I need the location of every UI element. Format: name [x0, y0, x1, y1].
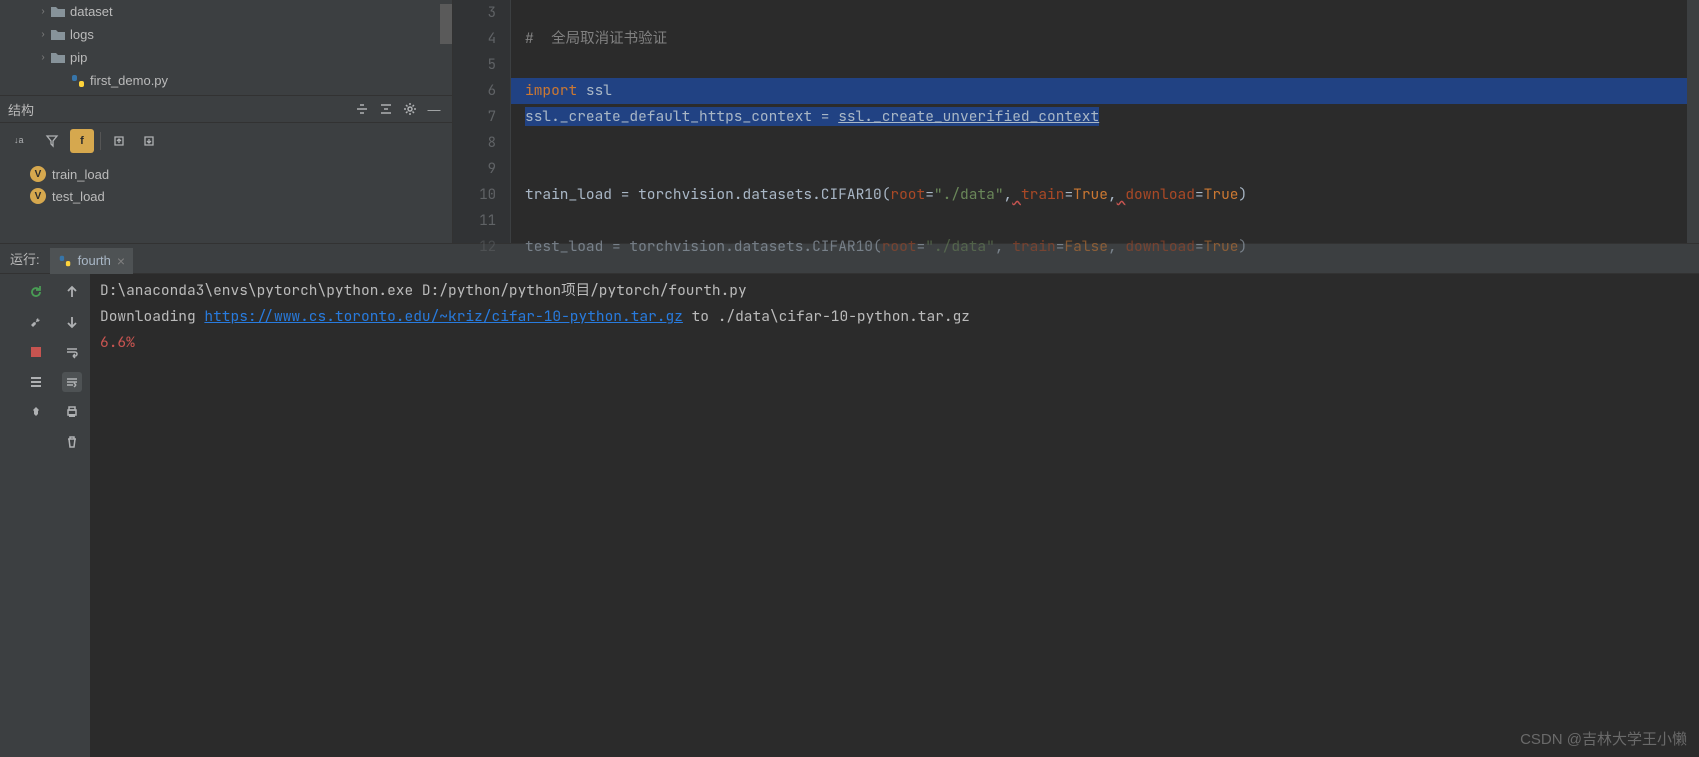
- code-line-selected: import ssl: [511, 78, 1699, 104]
- variable-badge-icon: V: [30, 188, 46, 204]
- scroll-end-icon[interactable]: [62, 372, 82, 392]
- console-output[interactable]: D:\anaconda3\envs\pytorch\python.exe D:/…: [90, 274, 1699, 757]
- sort-alpha-icon[interactable]: ↓a: [10, 129, 34, 153]
- line-number: 10: [453, 182, 496, 208]
- run-label: 运行:: [10, 249, 40, 268]
- structure-toolbar: ↓a f: [0, 123, 452, 159]
- console-line: Downloading https://www.cs.toronto.edu/~…: [100, 304, 1689, 330]
- tree-label: pip: [70, 50, 87, 65]
- line-number: 3: [453, 0, 496, 26]
- structure-title: 结构: [8, 100, 34, 119]
- close-icon[interactable]: ×: [117, 253, 125, 269]
- stop-icon[interactable]: [26, 342, 46, 362]
- structure-item-train-load[interactable]: V train_load: [10, 163, 442, 185]
- rerun-icon[interactable]: [26, 282, 46, 302]
- tree-label: first_demo.py: [90, 73, 168, 88]
- down-arrow-icon[interactable]: [62, 312, 82, 332]
- download-link[interactable]: https://www.cs.toronto.edu/~kriz/cifar-1…: [204, 307, 683, 326]
- expand-arrow-icon[interactable]: ›: [36, 52, 50, 63]
- collapse-icon[interactable]: [352, 99, 372, 119]
- console-line: D:\anaconda3\envs\pytorch\python.exe D:/…: [100, 278, 1689, 304]
- hide-icon[interactable]: —: [424, 99, 444, 119]
- structure-item-test-load[interactable]: V test_load: [10, 185, 442, 207]
- structure-item-label: train_load: [52, 167, 109, 182]
- fields-filter-icon[interactable]: f: [70, 129, 94, 153]
- expand-icon[interactable]: [376, 99, 396, 119]
- code-editor[interactable]: 3 4 5 6 7 8 9 10 11 12 # 全局取消证书验证 import…: [453, 0, 1699, 243]
- folder-icon: [50, 4, 66, 20]
- line-number: 9: [453, 156, 496, 182]
- expand-arrow-icon[interactable]: ›: [36, 29, 50, 40]
- svg-text:↓a: ↓a: [14, 135, 24, 145]
- wrench-icon[interactable]: [26, 312, 46, 332]
- code-area[interactable]: # 全局取消证书验证 import ssl ssl._create_defaul…: [511, 0, 1699, 243]
- folder-icon: [50, 27, 66, 43]
- expand-arrow-icon[interactable]: ›: [36, 6, 50, 17]
- variable-badge-icon: V: [30, 166, 46, 182]
- print-icon[interactable]: [62, 402, 82, 422]
- pin-icon[interactable]: [26, 402, 46, 422]
- line-number: 11: [453, 208, 496, 234]
- console-progress: 6.6%: [100, 330, 1689, 356]
- gear-icon[interactable]: [400, 99, 420, 119]
- filter-icon[interactable]: [40, 129, 64, 153]
- run-toolbar-primary: [18, 274, 54, 757]
- left-panel: › dataset › logs › pip first_demo.py: [0, 0, 453, 243]
- run-panel: 运行: fourth × D:\anaconda3\envs\pytorch\p…: [0, 243, 1699, 757]
- tree-item-dataset[interactable]: › dataset: [8, 0, 444, 23]
- tree-item-logs[interactable]: › logs: [8, 23, 444, 46]
- up-arrow-icon[interactable]: [62, 282, 82, 302]
- code-comment: # 全局取消证书验证: [525, 29, 667, 48]
- structure-body: V train_load V test_load: [0, 159, 452, 211]
- python-file-icon: [70, 73, 86, 89]
- structure-item-label: test_load: [52, 189, 105, 204]
- tree-item-first-demo[interactable]: first_demo.py: [8, 69, 444, 92]
- watermark: CSDN @吉林大学王小懒: [1520, 728, 1687, 749]
- run-toolbar-secondary: [54, 274, 90, 757]
- folder-icon: [50, 50, 66, 66]
- tree-label: dataset: [70, 4, 113, 19]
- structure-header: 结构 —: [0, 95, 452, 123]
- project-tree: › dataset › logs › pip first_demo.py: [0, 0, 452, 95]
- tree-label: logs: [70, 27, 94, 42]
- line-number: 6: [453, 78, 496, 104]
- run-tab-label: fourth: [78, 253, 111, 268]
- tree-scrollbar[interactable]: [440, 0, 452, 95]
- run-edge: [0, 274, 18, 757]
- soft-wrap-icon[interactable]: [62, 342, 82, 362]
- line-number: 4: [453, 26, 496, 52]
- line-number: 12: [453, 234, 496, 260]
- line-number: 8: [453, 130, 496, 156]
- line-number: 5: [453, 52, 496, 78]
- gutter: 3 4 5 6 7 8 9 10 11 12: [453, 0, 511, 243]
- tree-item-pip[interactable]: › pip: [8, 46, 444, 69]
- line-number: 7: [453, 104, 496, 130]
- autoscroll-up-icon[interactable]: [107, 129, 131, 153]
- trash-icon[interactable]: [62, 432, 82, 452]
- layout-icon[interactable]: [26, 372, 46, 392]
- run-tab-fourth[interactable]: fourth ×: [50, 248, 133, 274]
- editor-scrollbar[interactable]: [1687, 0, 1699, 243]
- autoscroll-down-icon[interactable]: [137, 129, 161, 153]
- python-file-icon: [58, 254, 72, 268]
